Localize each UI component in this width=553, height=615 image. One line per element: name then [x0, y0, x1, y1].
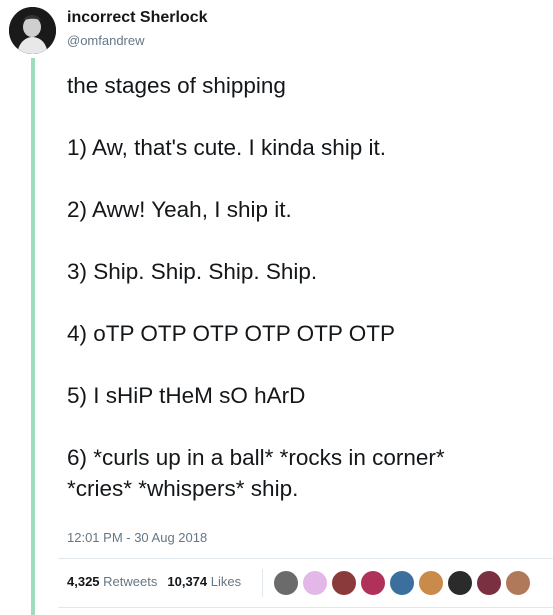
retweets-stat[interactable]: 4,325 Retweets	[67, 574, 157, 589]
tweet-line: 1) Aw, that's cute. I kinda ship it.	[67, 135, 387, 160]
user-handle[interactable]: @omfandrew	[67, 33, 145, 48]
tweet-line: *cries* *whispers* ship.	[67, 476, 299, 501]
thread-line	[31, 58, 35, 615]
likes-label: Likes	[210, 574, 242, 589]
avatar-photo	[9, 7, 56, 54]
tweet-line: 2) Aww! Yeah, I ship it.	[67, 197, 292, 222]
divider	[58, 607, 553, 608]
tweet-timestamp[interactable]: 12:01 PM - 30 Aug 2018	[67, 530, 207, 545]
avatar[interactable]	[9, 7, 56, 54]
likes-stat[interactable]: 10,374 Likes	[167, 574, 241, 589]
tweet-line: 6) *curls up in a ball* *rocks in corner…	[67, 445, 445, 470]
retweets-count: 4,325	[67, 574, 100, 589]
tweet-line: 4) oTP OTP OTP OTP OTP OTP	[67, 321, 396, 346]
liker-avatar[interactable]	[389, 570, 415, 596]
liker-avatar[interactable]	[273, 570, 299, 596]
divider	[58, 558, 553, 559]
liker-avatar[interactable]	[331, 570, 357, 596]
tweet-line: the stages of shipping	[67, 73, 286, 98]
likes-count: 10,374	[167, 574, 208, 589]
liker-avatar[interactable]	[505, 570, 531, 596]
liker-avatar[interactable]	[360, 570, 386, 596]
tweet-line: 3) Ship. Ship. Ship. Ship.	[67, 259, 318, 284]
liker-avatar[interactable]	[476, 570, 502, 596]
stats-separator	[262, 569, 263, 597]
liker-avatar[interactable]	[302, 570, 328, 596]
tweet-line: 5) I sHiP tHeM sO hArD	[67, 383, 306, 408]
liker-avatar[interactable]	[418, 570, 444, 596]
liker-avatar[interactable]	[447, 570, 473, 596]
retweets-label: Retweets	[103, 574, 158, 589]
display-name[interactable]: incorrect Sherlock	[67, 9, 208, 27]
tweet-stats: 4,325 Retweets 10,374 Likes	[67, 574, 241, 589]
tweet-text: the stages of shipping 1) Aw, that's cut…	[67, 70, 551, 504]
